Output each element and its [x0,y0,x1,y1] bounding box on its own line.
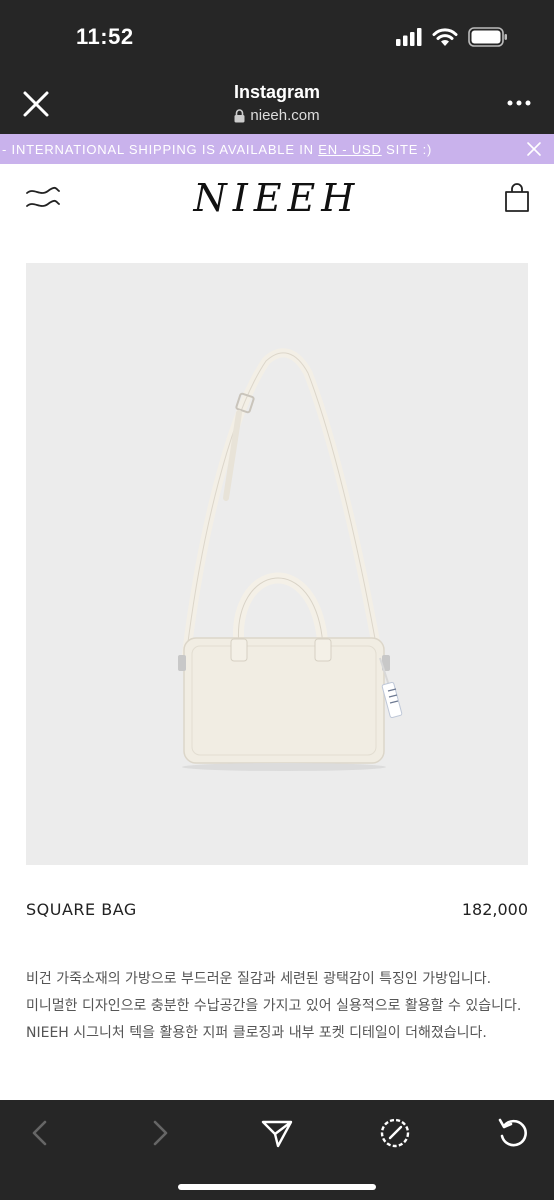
forward-icon[interactable] [142,1116,176,1150]
banner-suffix: SITE :) [381,141,433,157]
description-line: 비건 가죽소재의 가방으로 부드러운 질감과 세련된 광택감이 특징인 가방입니… [26,971,492,987]
reload-icon[interactable] [496,1116,530,1150]
cellular-signal-icon [396,28,422,46]
description-line: 미니멀한 디자인으로 충분한 수납공간을 가지고 있어 실용적으로 활용할 수 … [26,998,522,1014]
banner-prefix: - INTERNATIONAL SHIPPING IS AVAILABLE IN [2,141,319,157]
product-price: 182,000 [461,900,528,919]
browser-title: Instagram [233,82,321,102]
compass-icon[interactable] [378,1116,412,1150]
site-logo[interactable]: NIEEH [0,176,554,220]
status-time: 11:52 [76,24,134,49]
shipping-banner: - INTERNATIONAL SHIPPING IS AVAILABLE IN… [0,134,554,164]
description-line: NIEEH 시그니처 텍을 활용한 지퍼 클로징과 내부 포켓 디테일이 더해졌… [26,1025,487,1041]
status-icons [396,27,508,47]
battery-icon [468,27,507,47]
home-indicator [178,1184,376,1190]
more-icon[interactable] [506,90,532,116]
share-icon[interactable] [260,1116,294,1150]
banner-close-icon[interactable] [526,141,542,157]
shopping-bag-icon[interactable] [504,182,530,212]
browser-url: nieeh.com [250,107,320,124]
browser-url-row: nieeh.com [234,107,320,124]
banner-en-usd-link[interactable]: EN - USD [318,142,381,157]
status-bar: 11:52 [0,0,554,70]
square-bag-illustration [178,348,403,771]
lock-icon [234,108,245,122]
wifi-icon [432,27,458,46]
site-header: NIEEH [0,164,554,234]
back-icon[interactable] [24,1116,58,1150]
product-image[interactable] [26,263,528,865]
banner-text: - INTERNATIONAL SHIPPING IS AVAILABLE IN… [0,142,432,157]
browser-bar: Instagram nieeh.com [0,78,554,134]
browser-title-block: Instagram nieeh.com [0,82,554,128]
browser-chrome: 11:52 Instagram nieeh.com [0,0,554,134]
product-description: 비건 가죽소재의 가방으로 부드러운 질감과 세련된 광택감이 특징인 가방입니… [26,966,534,1047]
product-name: SQUARE BAG [26,900,137,919]
